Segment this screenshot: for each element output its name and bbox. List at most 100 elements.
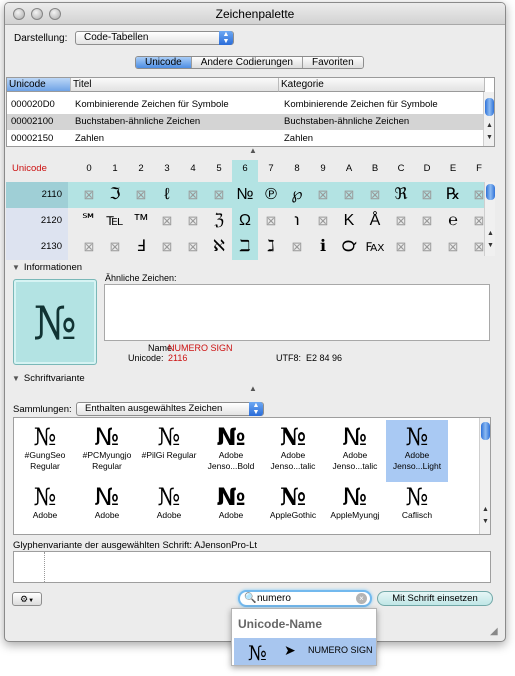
missing-glyph-cell[interactable]: ⊠ xyxy=(414,182,440,208)
character-cell[interactable]: ℺ xyxy=(336,234,362,260)
disclosure-triangle-icon[interactable]: ▼ xyxy=(12,263,20,272)
missing-glyph-cell[interactable]: ⊠ xyxy=(180,208,206,234)
scroll-down-icon[interactable]: ▼ xyxy=(485,242,496,249)
column-header-title[interactable]: Titel xyxy=(71,78,279,92)
font-variant-item[interactable]: № #GungSeo Regular xyxy=(14,420,76,482)
character-cell[interactable]: ℻ xyxy=(362,234,388,260)
character-cell[interactable]: ℩ xyxy=(284,208,310,234)
splitter-handle-icon[interactable]: ▲ xyxy=(249,384,257,393)
character-cell[interactable]: ℓ xyxy=(154,182,180,208)
scroll-up-icon[interactable]: ▲ xyxy=(484,122,495,129)
insert-with-font-button[interactable]: Mit Schrift einsetzen xyxy=(377,591,493,606)
font-variant-item[interactable]: № Adobe Jenso...talic xyxy=(324,420,386,482)
selected-glyph-preview[interactable]: № xyxy=(13,279,97,365)
character-cell[interactable]: ™ xyxy=(128,208,154,234)
font-variant-item[interactable]: № Adobe xyxy=(76,480,138,534)
similar-chars-box[interactable] xyxy=(104,284,490,341)
font-variant-item[interactable]: № Adobe Jenso...Light xyxy=(386,420,448,482)
character-cell[interactable]: Å xyxy=(362,208,388,234)
character-cell[interactable]: ℡ xyxy=(102,208,128,234)
action-menu-button[interactable]: ⚙▼ xyxy=(12,592,42,606)
scroll-up-icon[interactable]: ▲ xyxy=(480,506,490,513)
font-variant-item[interactable]: № Adobe Jenso...talic xyxy=(262,420,324,482)
tab-other-encodings[interactable]: Andere Codierungen xyxy=(191,57,303,68)
missing-glyph-cell[interactable]: ⊠ xyxy=(388,234,414,260)
scroll-thumb[interactable] xyxy=(486,184,495,200)
character-cell[interactable]: ℶ xyxy=(232,234,258,260)
scroll-thumb[interactable] xyxy=(485,98,494,116)
missing-glyph-cell[interactable]: ⊠ xyxy=(414,234,440,260)
font-variant-item[interactable]: № AppleGothic xyxy=(262,480,324,534)
disclosure-triangle-icon[interactable]: ▼ xyxy=(12,374,20,383)
tab-favorites[interactable]: Favoriten xyxy=(303,57,363,68)
character-cell[interactable]: ℠ xyxy=(76,208,102,234)
font-variant-item[interactable]: № AppleMyungj xyxy=(324,480,386,534)
table-scrollbar[interactable]: ▲ ▼ xyxy=(483,92,494,146)
character-cell[interactable]: № xyxy=(232,182,258,208)
table-row[interactable]: 000020D0 Kombinierende Zeichen für Symbo… xyxy=(7,97,485,113)
missing-glyph-cell[interactable]: ⊠ xyxy=(258,208,284,234)
missing-glyph-cell[interactable]: ⊠ xyxy=(388,208,414,234)
resize-grip-icon[interactable]: ◢ xyxy=(490,626,498,637)
search-field[interactable]: 🔍 numero × xyxy=(238,590,372,607)
missing-glyph-cell[interactable]: ⊠ xyxy=(310,182,336,208)
character-cell[interactable]: Ω xyxy=(232,208,258,234)
font-variant-item[interactable]: № Adobe xyxy=(14,480,76,534)
character-cell[interactable]: ℘ xyxy=(284,182,310,208)
view-popup[interactable]: Code-Tabellen ▲ ▼ xyxy=(75,31,234,45)
missing-glyph-cell[interactable]: ⊠ xyxy=(154,208,180,234)
table-row[interactable]: 00002150 Zahlen Zahlen xyxy=(7,131,485,147)
font-variant-name: Adobe Jenso...Light xyxy=(392,450,442,471)
clear-search-icon[interactable]: × xyxy=(356,593,367,604)
collections-popup[interactable]: Enthalten ausgewähltes Zeichen ▲ ▼ xyxy=(76,402,264,416)
scroll-down-icon[interactable]: ▼ xyxy=(480,518,490,525)
tab-unicode[interactable]: Unicode xyxy=(136,57,192,68)
table-row-selected[interactable]: 00002100 Buchstaben-ähnliche Zeichen Buc… xyxy=(7,114,485,130)
missing-glyph-cell[interactable]: ⊠ xyxy=(76,234,102,260)
font-variant-item[interactable]: № #PCMyungjo Regular xyxy=(76,420,138,482)
font-variant-item[interactable]: № Adobe xyxy=(200,480,262,534)
scroll-down-icon[interactable]: ▼ xyxy=(484,134,495,141)
missing-glyph-cell[interactable]: ⊠ xyxy=(102,234,128,260)
name-value: NUMERO SIGN xyxy=(168,343,233,353)
missing-glyph-cell[interactable]: ⊠ xyxy=(206,182,232,208)
glyph-variant-box[interactable] xyxy=(13,551,491,583)
grid-scrollbar[interactable]: ▲ ▼ xyxy=(484,182,495,256)
missing-glyph-cell[interactable]: ⊠ xyxy=(336,182,362,208)
character-cell[interactable]: ℗ xyxy=(258,182,284,208)
character-cell[interactable]: K xyxy=(336,208,362,234)
missing-glyph-cell[interactable]: ⊠ xyxy=(440,234,466,260)
font-variant-item[interactable]: № Adobe Jenso...Bold xyxy=(200,420,262,482)
character-cell[interactable]: Ⅎ xyxy=(128,234,154,260)
info-section-header[interactable]: ▼ Informationen xyxy=(12,262,82,273)
character-cell[interactable]: ℹ xyxy=(310,234,336,260)
missing-glyph-cell[interactable]: ⊠ xyxy=(284,234,310,260)
missing-glyph-cell[interactable]: ⊠ xyxy=(128,182,154,208)
scroll-thumb[interactable] xyxy=(481,422,490,440)
character-cell[interactable]: ℵ xyxy=(206,234,232,260)
missing-glyph-cell[interactable]: ⊠ xyxy=(310,208,336,234)
search-input[interactable]: numero xyxy=(257,593,291,604)
font-variant-item[interactable]: № Caflisch xyxy=(386,480,448,534)
character-cell[interactable]: ℞ xyxy=(440,182,466,208)
missing-glyph-cell[interactable]: ⊠ xyxy=(76,182,102,208)
column-header-category[interactable]: Kategorie xyxy=(279,78,485,92)
character-cell[interactable]: ℮ xyxy=(440,208,466,234)
missing-glyph-cell[interactable]: ⊠ xyxy=(180,234,206,260)
font-variant-item[interactable]: № Adobe xyxy=(138,480,200,534)
scroll-up-icon[interactable]: ▲ xyxy=(485,230,496,237)
missing-glyph-cell[interactable]: ⊠ xyxy=(180,182,206,208)
character-cell[interactable]: ℷ xyxy=(258,234,284,260)
splitter-handle-icon[interactable]: ▲ xyxy=(249,146,257,155)
font-list-scrollbar[interactable]: ▲ ▼ xyxy=(479,418,490,534)
missing-glyph-cell[interactable]: ⊠ xyxy=(362,182,388,208)
missing-glyph-cell[interactable]: ⊠ xyxy=(414,208,440,234)
character-cell[interactable]: ℨ xyxy=(206,208,232,234)
character-cell[interactable]: ℜ xyxy=(388,182,414,208)
character-cell[interactable]: ℑ xyxy=(102,182,128,208)
missing-glyph-cell[interactable]: ⊠ xyxy=(154,234,180,260)
search-result-item[interactable]: № NUMERO SIGN ➤ xyxy=(234,638,376,665)
font-variant-section-header[interactable]: ▼ Schriftvariante xyxy=(12,373,85,384)
font-variant-item[interactable]: № #PilGi Regular xyxy=(138,420,200,482)
column-header-unicode[interactable]: Unicode xyxy=(7,78,71,92)
